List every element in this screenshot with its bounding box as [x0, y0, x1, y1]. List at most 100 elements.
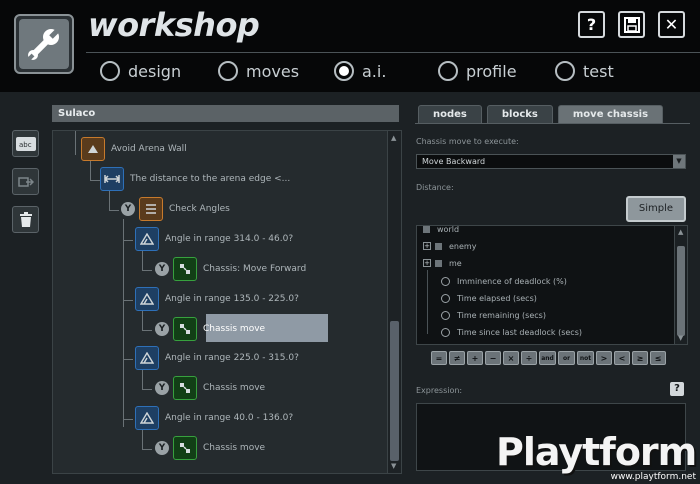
scroll-thumb[interactable]: [390, 321, 399, 461]
behavior-tree[interactable]: Avoid Arena Wall The distance to the are…: [52, 130, 402, 474]
op-not-button[interactable]: not: [577, 351, 594, 365]
op-minus-button[interactable]: −: [485, 351, 501, 365]
tree-connector: [123, 359, 133, 360]
variable-scrollbar[interactable]: ▲ ▼: [674, 226, 687, 344]
var-label: Time since last deadlock (secs): [457, 327, 582, 337]
title-bar: workshop ? ✕ design moves a.i. profile t…: [0, 0, 700, 92]
variable-list[interactable]: world + enemy + me Imminence of deadlock…: [416, 225, 688, 345]
radio-icon[interactable]: [441, 327, 450, 337]
tab-move-chassis[interactable]: move chassis: [557, 105, 664, 124]
help-button[interactable]: ?: [578, 11, 605, 38]
tab-blocks[interactable]: blocks: [486, 105, 553, 124]
op-multiply-button[interactable]: ×: [503, 351, 519, 365]
tree-node-check-angles[interactable]: Y Check Angles: [121, 197, 230, 221]
scroll-thumb[interactable]: [677, 246, 685, 336]
tree-node-label: Chassis move: [203, 324, 266, 334]
op-greater-button[interactable]: >: [596, 351, 612, 365]
op-less-button[interactable]: <: [614, 351, 630, 365]
watermark-brand: Playtform: [496, 430, 697, 474]
tree-node-angle-1[interactable]: Angle in range 314.0 - 46.0?: [135, 227, 293, 251]
text-edit-icon: abc: [15, 136, 36, 151]
scroll-down-icon[interactable]: ▼: [391, 462, 396, 470]
tree-node-label: Angle in range 225.0 - 315.0?: [165, 353, 299, 363]
tree-connector: [142, 449, 152, 450]
tree-node-action-3[interactable]: Y Chassis move: [155, 376, 265, 400]
simple-button[interactable]: Simple: [626, 196, 686, 222]
tree-node-action-4[interactable]: Y Chassis move: [155, 436, 265, 460]
radio-icon: [100, 61, 120, 81]
nav-label: moves: [246, 61, 300, 81]
var-time-remaining[interactable]: Time remaining (secs): [441, 308, 546, 322]
tree-node-avoid-wall[interactable]: Avoid Arena Wall: [81, 137, 187, 161]
chassis-action-icon: [173, 257, 197, 281]
tree-node-distance[interactable]: The distance to the arena edge <...: [100, 167, 290, 191]
move-node-button[interactable]: [12, 168, 39, 195]
scroll-up-icon[interactable]: ▲: [678, 228, 683, 236]
trash-icon: [19, 211, 32, 227]
tree-node-angle-4[interactable]: Angle in range 40.0 - 136.0?: [135, 406, 293, 430]
nav-tab-test[interactable]: test: [555, 58, 625, 84]
close-button[interactable]: ✕: [658, 11, 685, 38]
tree-node-angle-2[interactable]: Angle in range 135.0 - 225.0?: [135, 287, 299, 311]
chassis-action-icon: [173, 436, 197, 460]
tree-connector: [123, 219, 124, 427]
save-button[interactable]: [618, 11, 645, 38]
op-plus-button[interactable]: +: [467, 351, 483, 365]
expand-icon[interactable]: +: [423, 259, 431, 267]
radio-icon[interactable]: [441, 276, 450, 286]
tree-connector: [142, 270, 152, 271]
var-time-elapsed[interactable]: Time elapsed (secs): [441, 291, 537, 305]
sequence-node-icon: [139, 197, 163, 221]
tree-connector: [142, 311, 143, 331]
tab-nodes[interactable]: nodes: [418, 105, 482, 124]
tree-connector: [109, 210, 119, 211]
tree-node-angle-3[interactable]: Angle in range 225.0 - 315.0?: [135, 346, 299, 370]
expression-label: Expression:: [416, 386, 463, 395]
nav-divider: [86, 52, 700, 53]
app-logo: [14, 14, 74, 74]
radio-icon[interactable]: [441, 293, 450, 303]
op-and-button[interactable]: and: [539, 351, 556, 365]
chassis-move-select[interactable]: Move Backward ▼: [416, 154, 686, 169]
nav-label: design: [128, 61, 182, 81]
chassis-action-icon: [173, 376, 197, 400]
op-or-button[interactable]: or: [558, 351, 575, 365]
nav-tab-profile[interactable]: profile: [438, 58, 555, 84]
op-equals-button[interactable]: =: [431, 351, 447, 365]
expression-help-button[interactable]: ?: [670, 382, 684, 396]
op-divide-button[interactable]: ÷: [521, 351, 537, 365]
op-less-equal-button[interactable]: ≤: [650, 351, 666, 365]
radio-icon: [218, 61, 238, 81]
folder-icon: [423, 226, 430, 233]
yes-branch-icon: Y: [155, 322, 169, 336]
tree-node-action-2[interactable]: Y Chassis move: [155, 317, 265, 341]
angle-node-icon: [135, 227, 159, 251]
nav-tab-moves[interactable]: moves: [218, 58, 334, 84]
tree-node-action-1[interactable]: Y Chassis: Move Forward: [155, 257, 306, 281]
tree-node-label: Angle in range 40.0 - 136.0?: [165, 413, 294, 423]
op-not-equal-button[interactable]: ≠: [449, 351, 465, 365]
var-imminence[interactable]: Imminence of deadlock (%): [441, 274, 567, 288]
watermark-logo: Playtform www.playtform.net: [490, 430, 700, 484]
delete-node-button[interactable]: [12, 206, 39, 233]
expand-icon[interactable]: +: [423, 242, 431, 250]
rename-button[interactable]: abc: [12, 130, 39, 157]
tree-node-label: The distance to the arena edge <...: [130, 174, 291, 184]
var-label: enemy: [449, 241, 477, 251]
scroll-up-icon[interactable]: ▲: [391, 134, 396, 142]
nav-tab-design[interactable]: design: [100, 58, 218, 84]
radio-icon: [555, 61, 575, 81]
var-me[interactable]: + me: [423, 256, 462, 270]
radio-icon[interactable]: [441, 310, 450, 320]
var-enemy[interactable]: + enemy: [423, 239, 476, 253]
tree-scrollbar[interactable]: ▲ ▼: [387, 131, 401, 473]
scroll-down-icon[interactable]: ▼: [678, 334, 683, 342]
tree-node-label: Angle in range 135.0 - 225.0?: [165, 294, 299, 304]
op-greater-equal-button[interactable]: ≥: [632, 351, 648, 365]
nav-tab-ai[interactable]: a.i.: [334, 58, 438, 84]
chevron-down-icon[interactable]: ▼: [673, 155, 685, 168]
var-label: Time elapsed (secs): [457, 293, 537, 303]
var-time-since-deadlock[interactable]: Time since last deadlock (secs): [441, 325, 582, 339]
tree-node-label: Chassis move: [203, 383, 266, 393]
var-world[interactable]: world: [423, 226, 459, 236]
